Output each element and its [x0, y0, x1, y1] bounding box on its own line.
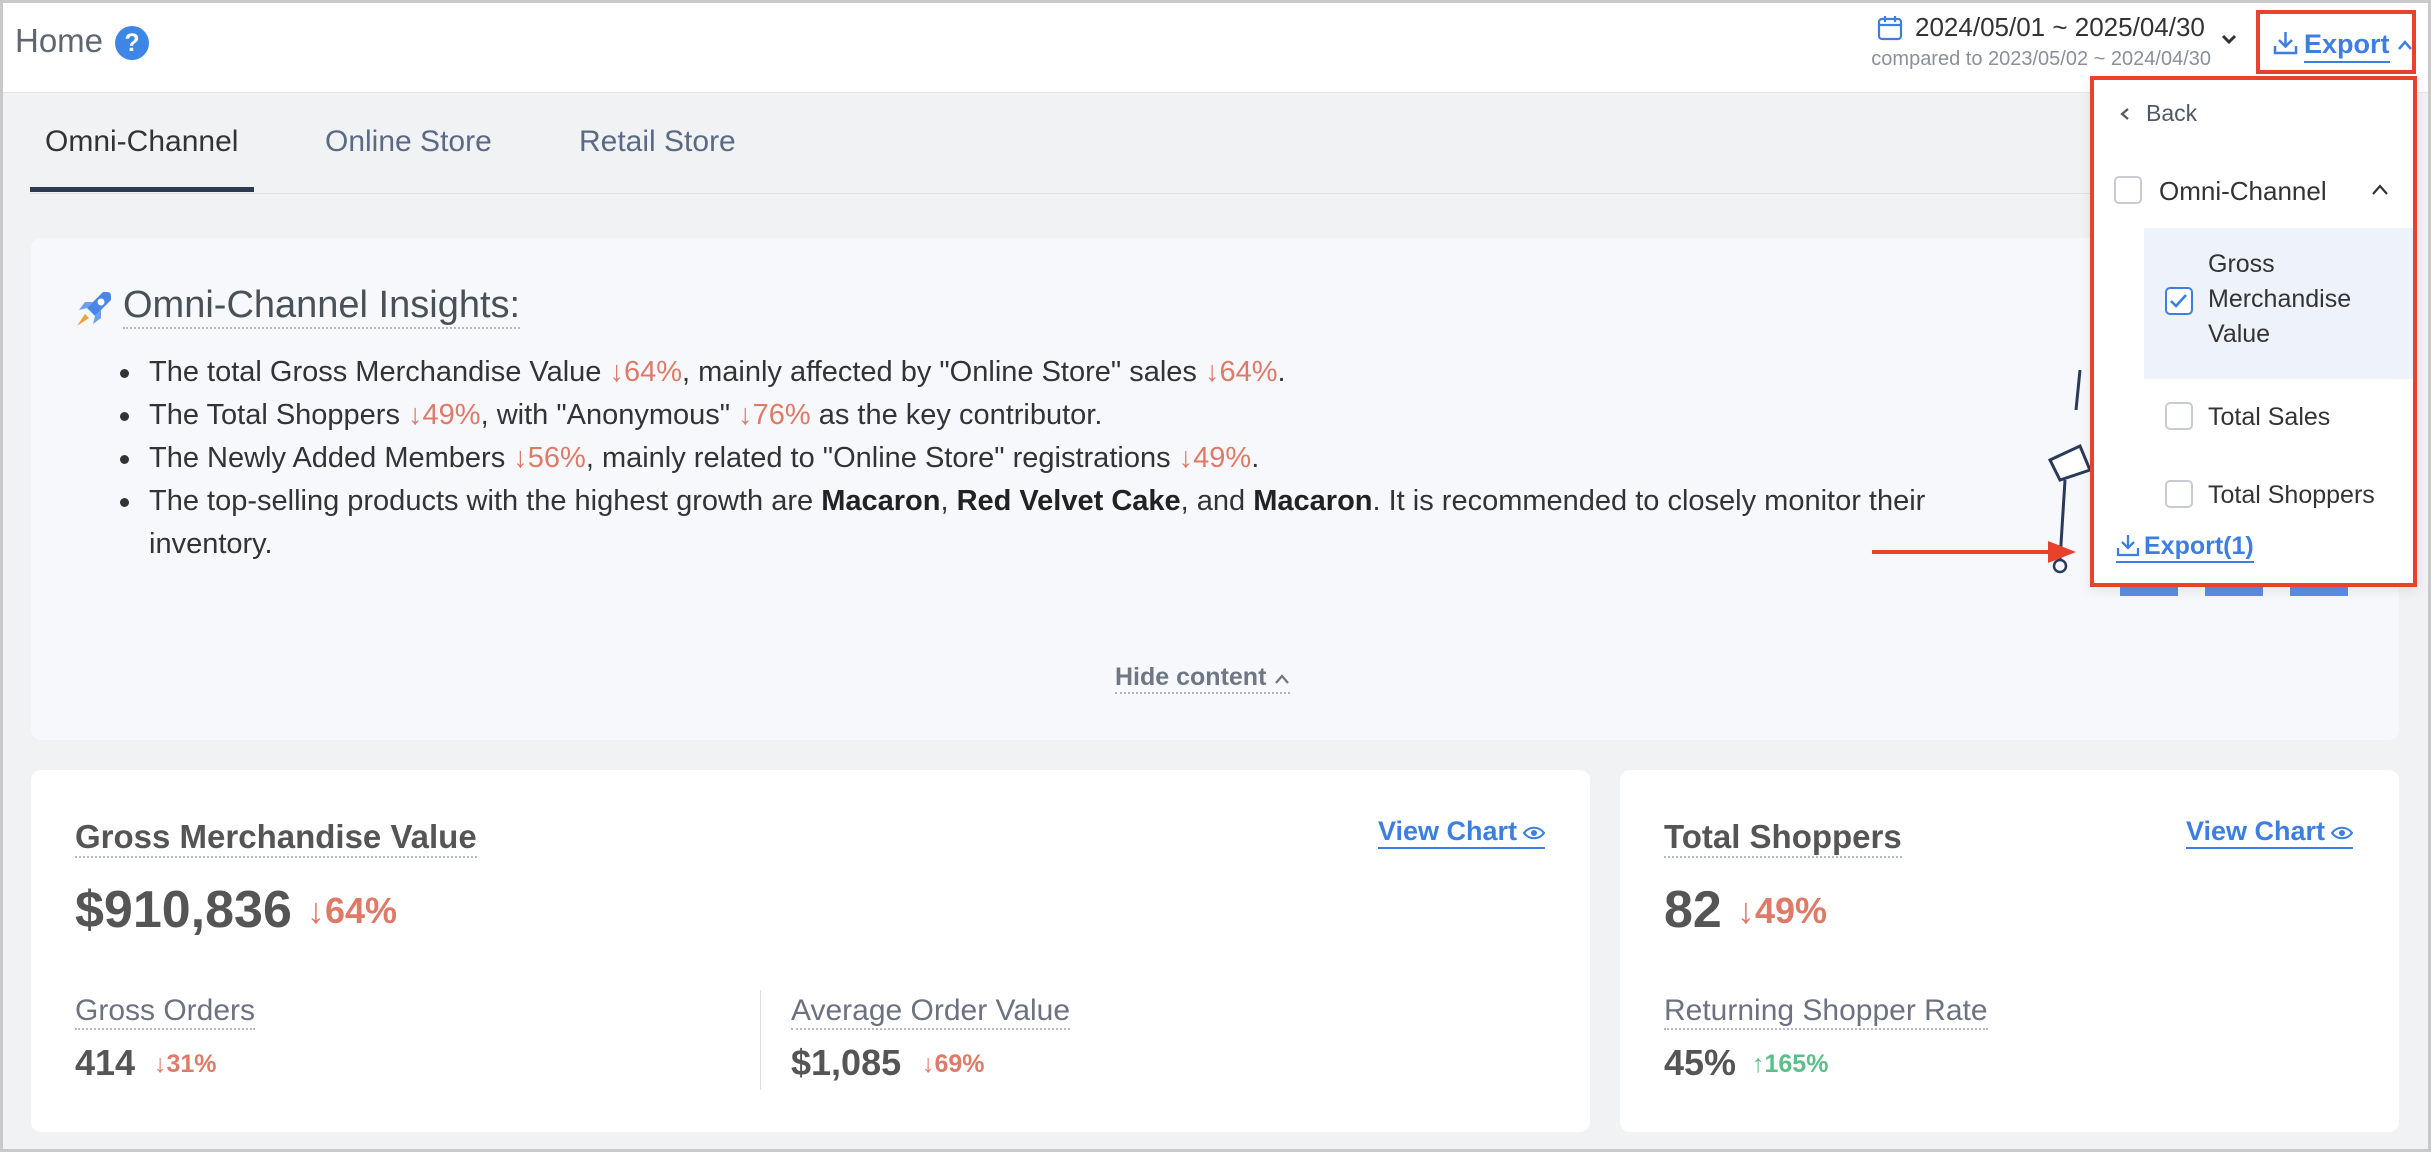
- gross-orders-label: Gross Orders: [75, 994, 256, 1030]
- calendar-icon[interactable]: [1877, 15, 1903, 41]
- view-chart-button[interactable]: View Chart: [1378, 816, 1546, 849]
- chevron-up-icon[interactable]: [2371, 183, 2389, 196]
- list-item: The total Gross Merchandise Value ↓64%, …: [117, 351, 2047, 394]
- gmv-value: $910,836: [75, 881, 292, 939]
- decrease-badge: ↓64%: [1205, 356, 1278, 388]
- total-sales-checkbox[interactable]: [2165, 402, 2193, 430]
- total-shoppers-option-label[interactable]: Total Shoppers: [2208, 478, 2375, 513]
- gmv-title: Gross Merchandise Value: [75, 818, 477, 858]
- total-shoppers-title: Total Shoppers: [1664, 818, 1902, 858]
- gmv-option-label[interactable]: Gross Merchandise Value: [2208, 247, 2408, 352]
- tab-online-store[interactable]: Online Store: [325, 125, 492, 159]
- export-button-label: Export: [2304, 29, 2390, 63]
- insights-card: Omni-Channel Insights: The total Gross M…: [31, 238, 2399, 740]
- eye-icon: [1523, 826, 1546, 840]
- export-selected-button[interactable]: Export(1): [2116, 532, 2254, 563]
- total-shoppers-delta: ↓49%: [1737, 890, 1828, 931]
- chevron-left-icon: [2120, 108, 2129, 120]
- export-dropdown: Back Omni-Channel Gross Merchandise Valu…: [2090, 76, 2417, 587]
- chevron-up-icon: [2398, 40, 2412, 50]
- total-shoppers-checkbox[interactable]: [2165, 480, 2193, 508]
- total-shoppers-card: Total Shoppers View Chart 82 ↓49% Return…: [1620, 770, 2399, 1132]
- gmv-card: Gross Merchandise Value View Chart $910,…: [31, 770, 1590, 1132]
- hide-content-button[interactable]: Hide content: [1115, 663, 1291, 694]
- download-icon: [2116, 535, 2140, 557]
- help-icon[interactable]: ?: [115, 26, 149, 60]
- checkmark-icon: [2170, 294, 2187, 308]
- download-icon: [2273, 32, 2298, 55]
- total-shoppers-value: 82: [1664, 881, 1722, 939]
- gross-orders-value: 414: [75, 1042, 136, 1083]
- tab-omni-channel[interactable]: Omni-Channel: [45, 125, 238, 159]
- decrease-badge: ↓64%: [609, 356, 683, 388]
- omni-channel-checkbox[interactable]: [2114, 176, 2142, 204]
- eye-icon: [2331, 826, 2354, 840]
- returning-shopper-rate-delta: ↑165%: [1752, 1050, 1829, 1078]
- channel-tabs: Omni-Channel Online Store Retail Store: [30, 93, 2410, 194]
- list-item: The Total Shoppers ↓49%, with "Anonymous…: [117, 394, 2047, 437]
- average-order-value-value: $1,085: [791, 1042, 902, 1083]
- chevron-up-icon: [1275, 674, 1290, 684]
- rocket-icon: [77, 292, 111, 326]
- insights-list: The total Gross Merchandise Value ↓64%, …: [117, 351, 2047, 566]
- gross-orders-delta: ↓31%: [154, 1050, 217, 1078]
- chevron-down-icon[interactable]: [2219, 29, 2239, 49]
- omni-channel-group-label: Omni-Channel: [2159, 176, 2327, 206]
- list-item: The top-selling products with the highes…: [117, 480, 2047, 566]
- gmv-checkbox[interactable]: [2165, 287, 2193, 315]
- returning-shopper-rate-label: Returning Shopper Rate: [1664, 994, 1988, 1030]
- page-title: Home: [15, 22, 104, 59]
- average-order-value-label: Average Order Value: [791, 994, 1071, 1030]
- returning-shopper-rate-value: 45%: [1664, 1042, 1737, 1083]
- decrease-badge: ↓49%: [1178, 442, 1252, 474]
- view-chart-button[interactable]: View Chart: [2186, 816, 2354, 849]
- insights-title: Omni-Channel Insights:: [123, 284, 521, 329]
- back-button[interactable]: Back: [2120, 100, 2197, 127]
- date-range-value[interactable]: 2024/05/01 ~ 2025/04/30: [1915, 12, 2205, 43]
- decrease-badge: ↓56%: [513, 442, 586, 474]
- list-item: The Newly Added Members ↓56%, mainly rel…: [117, 437, 2047, 480]
- decrease-badge: ↓76%: [738, 399, 811, 431]
- active-tab-indicator: [30, 187, 254, 192]
- tab-retail-store[interactable]: Retail Store: [579, 125, 736, 159]
- annotation-arrow-icon: [1872, 541, 2076, 563]
- total-sales-option-label[interactable]: Total Sales: [2208, 400, 2330, 435]
- export-button[interactable]: Export: [2256, 10, 2416, 74]
- compare-range-text: compared to 2023/05/02 ~ 2024/04/30: [1871, 48, 2211, 70]
- gmv-delta: ↓64%: [307, 890, 398, 931]
- divider: [760, 990, 761, 1090]
- top-header: Home ? 2024/05/01 ~ 2025/04/30 compared …: [0, 0, 2431, 93]
- average-order-value-delta: ↓69%: [922, 1050, 985, 1078]
- decrease-badge: ↓49%: [408, 399, 481, 431]
